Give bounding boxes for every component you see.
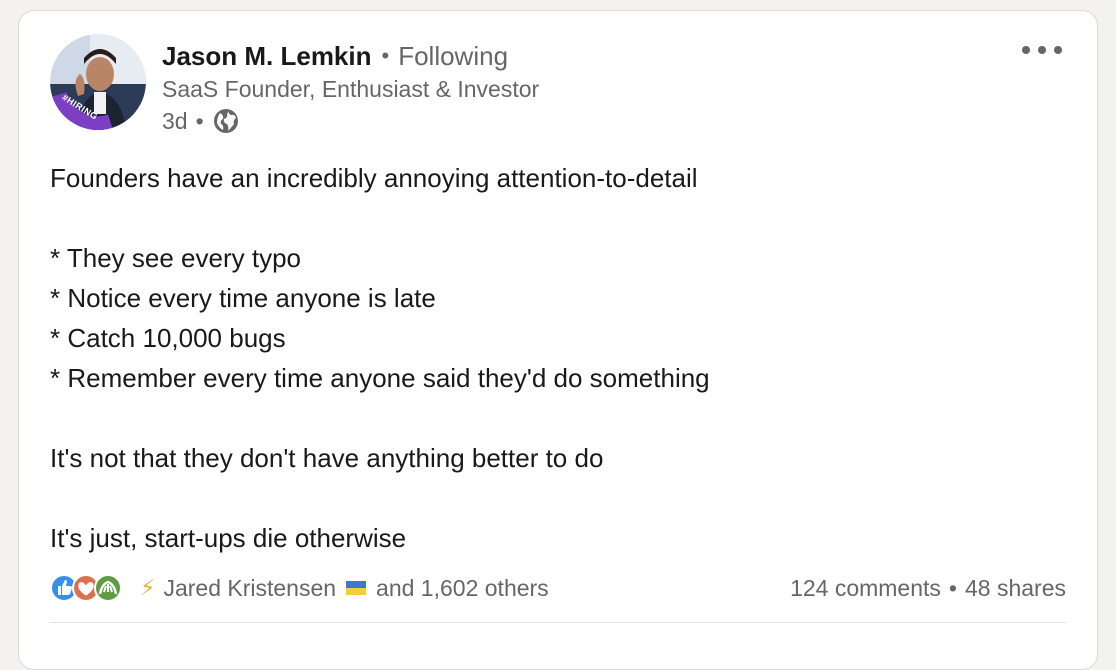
- reactors-text[interactable]: Jared Kristensen and 1,602 others: [163, 575, 548, 602]
- social-counts-bar: ⚡ Jared Kristensen and 1,602 others 124 …: [50, 570, 1066, 606]
- reactor-name: Jared Kristensen: [163, 574, 337, 601]
- engagement-counts: 124 comments • 48 shares: [790, 575, 1066, 602]
- author-avatar[interactable]: #HIRING: [50, 34, 146, 130]
- more-options-button[interactable]: [1014, 34, 1070, 66]
- support-reaction-icon: [94, 574, 122, 602]
- separator-dot: •: [195, 107, 204, 134]
- post-meta: 3d •: [162, 107, 240, 135]
- post-line: It's just, start-ups die otherwise: [50, 523, 407, 553]
- post-line: * Remember every time anyone said they'd…: [50, 363, 710, 393]
- reactor-others: and 1,602 others: [376, 574, 549, 601]
- shares-count[interactable]: 48 shares: [965, 575, 1066, 602]
- post-line: It's not that they don't have anything b…: [50, 443, 604, 473]
- post-line: * They see every typo: [50, 243, 301, 273]
- bolt-icon: ⚡: [140, 575, 156, 600]
- post-body: Founders have an incredibly annoying att…: [50, 158, 1070, 558]
- reaction-icons: [50, 572, 130, 604]
- author-name-row: Jason M. Lemkin • Following: [162, 38, 508, 74]
- following-status[interactable]: Following: [398, 41, 508, 72]
- ellipsis-icon: [1022, 46, 1062, 54]
- post-line: * Notice every time anyone is late: [50, 283, 436, 313]
- post-line: * Catch 10,000 bugs: [50, 323, 286, 353]
- post-line: [50, 198, 1070, 238]
- post-line: [50, 398, 1070, 438]
- post-time[interactable]: 3d: [162, 108, 188, 135]
- post-line: Founders have an incredibly annoying att…: [50, 163, 698, 193]
- author-headline: SaaS Founder, Enthusiast & Investor: [162, 76, 540, 102]
- ukraine-flag-icon: [346, 581, 367, 595]
- author-name[interactable]: Jason M. Lemkin: [162, 41, 372, 72]
- globe-icon: [212, 107, 240, 135]
- separator-dot: •: [948, 574, 957, 601]
- reactions-summary[interactable]: ⚡ Jared Kristensen and 1,602 others: [50, 572, 549, 604]
- post-line: [50, 478, 1070, 518]
- comments-count[interactable]: 124 comments: [790, 575, 941, 602]
- divider: [50, 622, 1066, 623]
- separator-dot: •: [381, 43, 390, 68]
